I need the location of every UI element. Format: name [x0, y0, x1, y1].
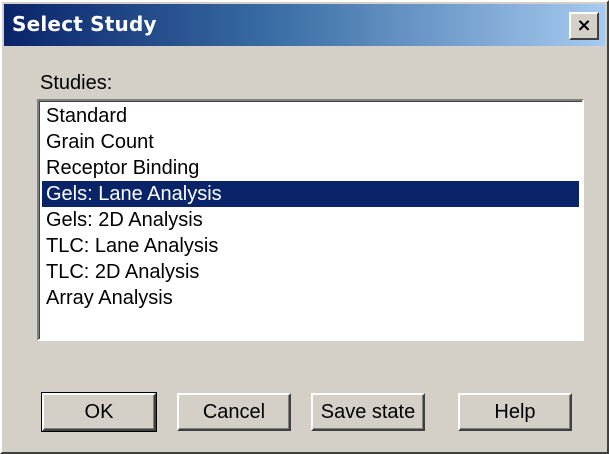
title-bar[interactable]: Select Study × — [4, 4, 605, 46]
study-item-gels-2d-analysis[interactable]: Gels: 2D Analysis — [42, 207, 579, 233]
study-item-gels-lane-analysis[interactable]: Gels: Lane Analysis — [42, 181, 579, 207]
window-title: Select Study — [12, 12, 157, 36]
help-button[interactable]: Help — [458, 393, 572, 431]
study-item-array-analysis[interactable]: Array Analysis — [42, 285, 579, 311]
studies-label: Studies: — [40, 72, 113, 94]
close-icon: × — [576, 15, 592, 36]
select-study-dialog: Select Study × Studies: Standard Grain C… — [0, 0, 609, 454]
study-item-grain-count[interactable]: Grain Count — [42, 129, 579, 155]
cancel-button[interactable]: Cancel — [177, 393, 291, 431]
save-state-button[interactable]: Save state — [311, 393, 425, 431]
study-item-standard[interactable]: Standard — [42, 103, 579, 129]
studies-listbox[interactable]: Standard Grain Count Receptor Binding Ge… — [37, 99, 584, 341]
close-button[interactable]: × — [569, 12, 599, 40]
study-item-tlc-lane-analysis[interactable]: TLC: Lane Analysis — [42, 233, 579, 259]
ok-button[interactable]: OK — [41, 392, 157, 432]
study-item-tlc-2d-analysis[interactable]: TLC: 2D Analysis — [42, 259, 579, 285]
study-item-receptor-binding[interactable]: Receptor Binding — [42, 155, 579, 181]
